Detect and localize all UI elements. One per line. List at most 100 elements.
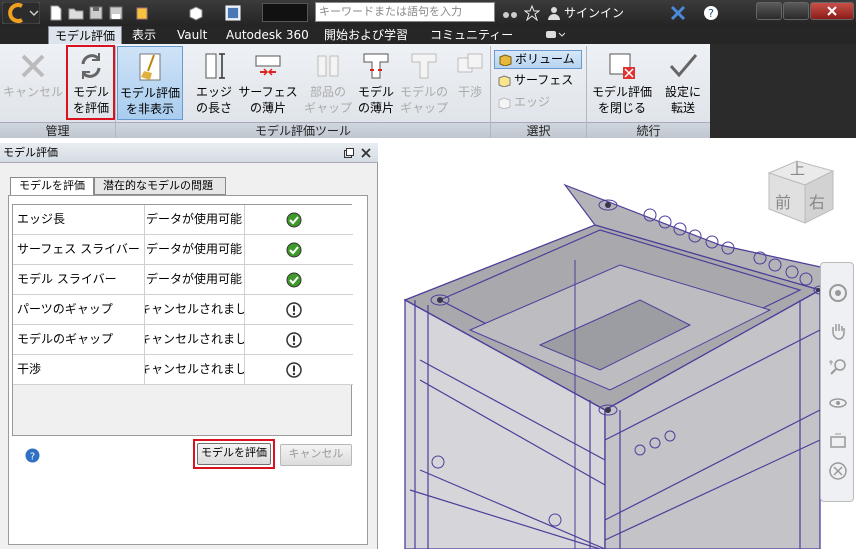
surface-select-button[interactable]: サーフェス <box>494 72 582 91</box>
cancel-button[interactable]: キャンセル <box>280 444 352 466</box>
model-sliver-ribbon-button[interactable]: モデル の薄片 <box>354 46 398 120</box>
edge-select-button[interactable]: エッジ <box>494 94 582 113</box>
interference-icon <box>457 53 483 73</box>
cancel-x-icon <box>21 54 45 78</box>
part-gap-label-line1: 部品の <box>309 85 346 99</box>
surface-sliver-ribbon-button[interactable]: サーフェス の薄片 <box>236 46 300 120</box>
steering-wheel-icon[interactable] <box>828 283 848 303</box>
transfer-settings-label-line1: 設定に <box>664 85 701 99</box>
look-at-icon[interactable] <box>828 431 848 451</box>
edge-length-label-line1: エッジ <box>195 85 232 99</box>
help-icon[interactable]: ? <box>25 448 40 463</box>
tab-evaluate-model-panel[interactable]: モデルを評価 <box>10 177 94 196</box>
title-bar: キーワードまたは語句を入力 サインイン ? <box>0 0 856 26</box>
model-sliver-label-line1: モデル <box>357 85 394 99</box>
close-window-button[interactable] <box>810 2 854 20</box>
navigation-bar <box>820 262 854 502</box>
hide-eval-label-line1: モデル評価 <box>119 86 180 100</box>
save-as-icon[interactable] <box>108 5 124 21</box>
surface-sliver-label-line1: サーフェス <box>238 85 298 99</box>
close-eval-label-line1: モデル評価 <box>591 85 652 99</box>
search-input[interactable]: キーワードまたは語句を入力 <box>315 2 495 22</box>
ribbon: キャンセル モデル を評価 モデル評価 を非表示 エッジ の長さ サーフェス の… <box>0 44 710 138</box>
cancel-ribbon-label: キャンセル <box>2 85 63 99</box>
row-status: データが使用可能 <box>145 235 245 264</box>
checkmark-icon <box>669 54 698 78</box>
material-dropdown[interactable] <box>262 3 308 22</box>
rewind-icon[interactable] <box>828 461 848 481</box>
float-icon[interactable] <box>344 148 354 158</box>
tab-get-started[interactable]: 開始および学習 <box>318 26 414 44</box>
row-state <box>245 265 345 294</box>
edge-length-ribbon-button[interactable]: エッジ の長さ <box>192 46 236 120</box>
transfer-settings-label-line2: 転送 <box>670 101 695 115</box>
tab-view[interactable]: 表示 <box>126 26 162 44</box>
panel-title-text: モデル評価 <box>3 146 58 159</box>
help-icon[interactable]: ? <box>703 5 719 21</box>
volume-label: ボリューム <box>515 52 575 66</box>
ribbon-tab-bar: モデル評価 表示 Vault Autodesk 360 開始および学習 コミュニ… <box>0 26 856 44</box>
close-evaluation-icon <box>609 53 635 79</box>
row-name: モデルのギャップ <box>13 325 145 354</box>
panel-toggle-icon[interactable] <box>545 29 565 41</box>
row-status: データが使用可能 <box>145 265 245 294</box>
table-row[interactable]: 干渉 キャンセルされました <box>13 355 353 385</box>
exclamation-circle-icon <box>286 302 302 318</box>
maximize-button[interactable] <box>783 2 809 20</box>
hide-eval-label-line2: を非表示 <box>125 102 174 116</box>
table-row[interactable]: モデルのギャップ キャンセルされました <box>13 325 353 355</box>
cancel-ribbon-button[interactable]: キャンセル <box>2 46 64 120</box>
ribbon-empty-area <box>710 44 856 138</box>
table-row[interactable]: エッジ長 データが使用可能 <box>13 205 353 235</box>
svg-text:?: ? <box>708 7 714 20</box>
row-status: キャンセルされました <box>145 325 245 354</box>
pan-hand-icon[interactable] <box>828 321 848 341</box>
view-cube-top-label: 上 <box>790 160 806 178</box>
star-icon[interactable] <box>524 5 540 21</box>
tab-community[interactable]: コミュニティー <box>424 26 519 44</box>
table-row[interactable]: パーツのギャップ キャンセルされました <box>13 295 353 325</box>
row-state <box>245 325 345 354</box>
3d-viewport[interactable]: 上 前 右 <box>379 143 856 549</box>
close-panel-icon[interactable] <box>361 148 371 158</box>
binoculars-icon[interactable] <box>502 5 518 21</box>
exchange-apps-icon[interactable] <box>670 5 686 21</box>
row-status: キャンセルされました <box>145 355 245 384</box>
hide-evaluation-ribbon-button[interactable]: モデル評価 を非表示 <box>117 46 183 120</box>
new-file-icon[interactable] <box>48 5 64 21</box>
tab-vault[interactable]: Vault <box>171 26 213 44</box>
row-name: モデル スライバー <box>13 265 145 294</box>
table-row[interactable]: サーフェス スライバー データが使用可能 <box>13 235 353 265</box>
table-row[interactable]: モデル スライバー データが使用可能 <box>13 265 353 295</box>
zoom-icon[interactable] <box>828 357 848 377</box>
application-menu-button[interactable] <box>1 1 41 25</box>
part-icon[interactable] <box>134 5 150 21</box>
model-gap-icon <box>411 53 437 79</box>
minimize-button[interactable] <box>756 2 782 20</box>
part-gap-icon <box>317 55 339 77</box>
save-icon[interactable] <box>88 5 104 21</box>
interference-ribbon-button[interactable]: 干渉 <box>452 46 488 120</box>
view-cube-right-label: 右 <box>809 193 826 212</box>
volume-select-button[interactable]: ボリューム <box>494 50 582 69</box>
check-circle-icon <box>286 272 302 288</box>
tab-autodesk-360[interactable]: Autodesk 360 <box>220 26 315 44</box>
tab-potential-issues[interactable]: 潜在的なモデルの問題 <box>94 177 226 195</box>
panel-label-manage: 管理 <box>0 122 115 138</box>
close-evaluation-ribbon-button[interactable]: モデル評価 を閉じる <box>588 46 656 120</box>
surface-sliver-icon <box>255 55 281 76</box>
user-icon[interactable] <box>546 5 562 21</box>
tab-evaluate-model[interactable]: モデル評価 <box>48 26 123 44</box>
display-settings-icon[interactable] <box>225 5 241 21</box>
orbit-icon[interactable] <box>828 393 848 413</box>
results-grid: エッジ長 データが使用可能 サーフェス スライバー データが使用可能 モデル ス… <box>12 204 353 436</box>
model-gap-ribbon-button[interactable]: モデルの ギャップ <box>398 46 450 120</box>
open-folder-icon[interactable] <box>68 5 84 21</box>
panel-title: モデル評価 <box>0 143 378 163</box>
sign-in-label[interactable]: サインイン <box>564 4 624 21</box>
box-icon[interactable] <box>188 5 204 21</box>
row-state <box>245 205 345 234</box>
part-gap-ribbon-button[interactable]: 部品の ギャップ <box>302 46 354 120</box>
transfer-settings-ribbon-button[interactable]: 設定に 転送 <box>660 46 706 120</box>
row-status: データが使用可能 <box>145 205 245 234</box>
